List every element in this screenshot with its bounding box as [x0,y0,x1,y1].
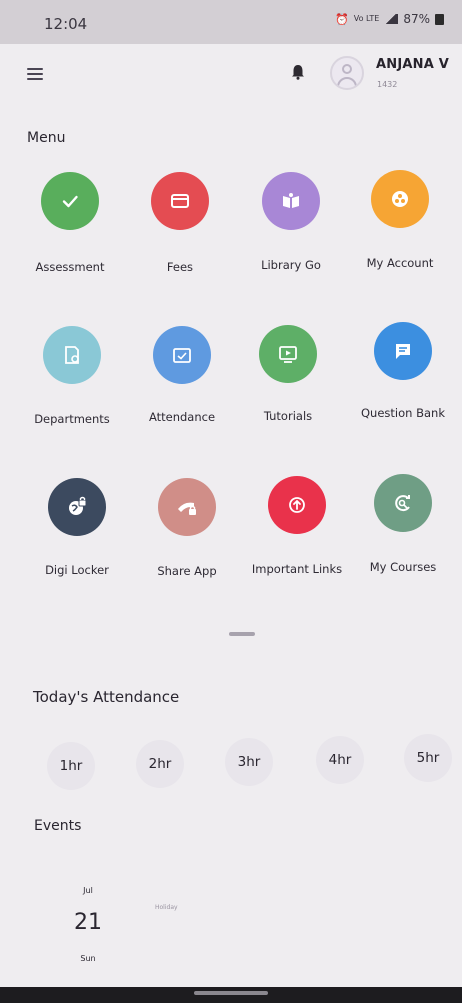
checkmark-icon [62,195,78,208]
status-bar: 12:04 ⏰ Vo LTE 87% [0,0,462,44]
event-date-card[interactable]: Jul 21 Sun [48,874,128,974]
app-screen: ANJANA V 1432 Menu Assessment Fees Libra… [0,44,462,987]
menu-item-attendance[interactable]: Attendance [127,326,237,466]
attendance-hour-3[interactable]: 3hr [225,738,273,786]
menu-item-important-links[interactable]: Important Links [242,476,352,616]
important-links-icon-circle [268,476,326,534]
book-icon [283,193,299,208]
home-gesture-pill[interactable] [194,991,268,995]
menu-item-label: Fees [166,260,194,274]
globe-lock-icon [69,496,87,515]
battery-icon [435,13,444,25]
chat-icon [396,344,410,359]
menu-item-fees[interactable]: Fees [125,172,235,312]
signal-icon [384,14,399,24]
top-bar: ANJANA V 1432 [0,44,462,110]
attendance-hour-5[interactable]: 5hr [404,734,452,782]
link-icon [289,497,305,513]
account-icon [392,191,408,207]
card-icon [171,194,189,208]
menu-item-label: Tutorials [263,409,313,423]
attendance-icon-circle [153,326,211,384]
library-icon-circle [262,172,320,230]
hamburger-menu-icon[interactable] [27,68,43,80]
menu-item-label: My Courses [369,560,437,574]
menu-item-question-bank[interactable]: Question Bank [348,322,458,462]
event-month: Jul [83,886,93,895]
menu-item-share-app[interactable]: Share App [132,478,242,618]
menu-item-tutorials[interactable]: Tutorials [233,325,343,465]
attendance-hour-4[interactable]: 4hr [316,736,364,784]
event-description: Holiday [155,904,178,911]
question-bank-icon-circle [374,322,432,380]
avatar[interactable] [330,56,364,90]
courses-icon [395,495,410,512]
drag-handle[interactable] [229,632,255,636]
menu-item-my-account[interactable]: My Account [345,170,455,310]
share-app-icon-circle [158,478,216,536]
fees-icon-circle [151,172,209,230]
network-label: Vo LTE [353,14,380,23]
menu-item-departments[interactable]: Departments [17,326,127,466]
menu-item-label: Important Links [251,562,343,576]
menu-item-label: Share App [157,564,217,578]
menu-item-label: My Account [366,256,434,270]
system-nav-bar [0,987,462,1003]
battery-percent: 87% [403,12,430,26]
menu-item-digi-locker[interactable]: Digi Locker [22,478,132,618]
event-day: 21 [74,910,102,935]
menu-item-label: Question Bank [361,406,445,420]
video-icon [279,346,297,363]
departments-icon-circle [43,326,101,384]
department-icon [65,346,79,364]
tutorials-icon-circle [259,325,317,383]
menu-item-label: Departments [34,412,110,426]
digi-locker-icon-circle [48,478,106,536]
status-time: 12:04 [44,15,88,33]
user-name: ANJANA V [376,57,449,72]
account-icon-circle [371,170,429,228]
menu-title: Menu [27,130,66,146]
menu-item-library-go[interactable]: Library Go [236,172,346,312]
menu-item-my-courses[interactable]: My Courses [348,474,458,614]
user-id: 1432 [377,80,398,89]
menu-item-label: Attendance [148,410,216,424]
attendance-title: Today's Attendance [33,688,180,706]
menu-item-assessment[interactable]: Assessment [15,172,125,312]
menu-item-label: Digi Locker [45,563,109,577]
share-icon [178,502,196,515]
attendance-icon [173,348,191,363]
event-weekday: Sun [80,954,96,963]
menu-item-label: Assessment [35,260,105,274]
status-icons: ⏰ Vo LTE 87% [335,12,444,26]
attendance-hour-2[interactable]: 2hr [136,740,184,788]
menu-item-label: Library Go [261,258,321,272]
attendance-hour-1[interactable]: 1hr [47,742,95,790]
my-courses-icon-circle [374,474,432,532]
alarm-icon: ⏰ [335,12,349,26]
notification-bell-icon[interactable] [291,64,305,80]
assessment-icon-circle [41,172,99,230]
events-title: Events [34,818,82,834]
